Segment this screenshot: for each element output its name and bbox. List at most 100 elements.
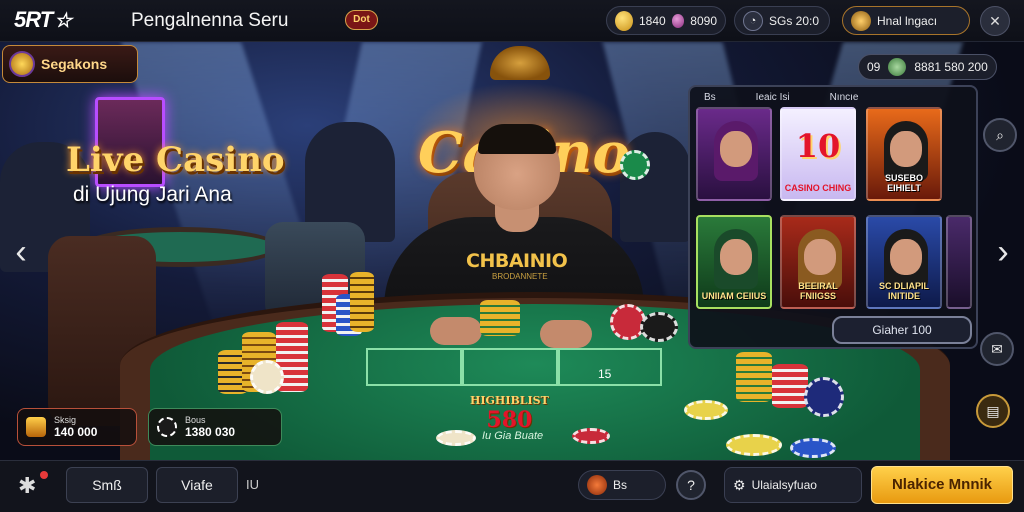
top-bar: 5RT ☆ Pengalnenna Seru Dot 1840 8090 ◔ SG… bbox=[0, 0, 1024, 42]
star-icon: ☆ bbox=[54, 10, 72, 32]
jackpot-code: 09 bbox=[867, 60, 881, 74]
crown-icon bbox=[490, 46, 550, 80]
bet-area[interactable] bbox=[462, 348, 558, 386]
next-arrow-button[interactable]: › bbox=[988, 232, 1018, 272]
play-now-button[interactable]: Nlakice Mnnik bbox=[871, 466, 1013, 504]
tile-face bbox=[720, 131, 752, 167]
clock-icon: ◔ bbox=[743, 10, 763, 31]
timer-pill[interactable]: ◔ SGs 20:0 bbox=[734, 6, 830, 35]
chip bbox=[804, 377, 844, 417]
panel-header-col: Ieaic Isi bbox=[755, 92, 790, 103]
bet-area[interactable] bbox=[366, 348, 462, 386]
chevron-right-icon: › bbox=[997, 233, 1009, 271]
lobby-button[interactable]: ⚙ Ulaialsyfuao bbox=[724, 467, 862, 503]
panel-action-button[interactable]: Giaher 100 bbox=[832, 316, 972, 344]
panel-header-col: Bs bbox=[704, 92, 716, 103]
bottom-suffix: IU bbox=[246, 477, 259, 492]
chip bbox=[572, 428, 610, 444]
robot-icon: ⚙ bbox=[733, 476, 746, 493]
game-tile[interactable] bbox=[696, 107, 772, 201]
avatar-icon bbox=[851, 10, 871, 31]
coin-balance: 1840 bbox=[639, 13, 666, 28]
notification-dot bbox=[40, 471, 48, 479]
tile-face bbox=[804, 239, 836, 275]
tile-label: SUSEBO EIHIELT bbox=[884, 173, 923, 193]
tile-label: UNIIAM CEIIUS bbox=[701, 291, 767, 301]
jackpot-pill[interactable]: 09 8881 580 200 bbox=[858, 54, 997, 80]
gem-balance: 8090 bbox=[690, 13, 717, 28]
chip-stack bbox=[350, 272, 374, 332]
stat-card[interactable]: Sksig 140 000 bbox=[17, 408, 137, 446]
game-tile[interactable] bbox=[946, 215, 972, 309]
coin-label: Bs bbox=[613, 478, 628, 492]
tile-face bbox=[890, 239, 922, 275]
help-icon: ? bbox=[687, 477, 695, 493]
wallet-button[interactable]: ▤ bbox=[976, 394, 1010, 428]
chip-icon bbox=[157, 417, 177, 437]
table-logo: HIGHIBLIST 580 bbox=[470, 394, 549, 433]
tile-label: BEEIRAL FNIIGSS bbox=[798, 281, 838, 301]
prev-arrow-button[interactable]: ‹ bbox=[6, 232, 36, 272]
tile-label: CASINO CHING bbox=[784, 183, 852, 193]
close-button[interactable]: ✕ bbox=[980, 6, 1010, 36]
chip bbox=[640, 312, 678, 342]
coin-button[interactable]: Bs bbox=[578, 470, 666, 500]
background-person bbox=[620, 132, 690, 242]
coin-icon bbox=[615, 10, 633, 31]
promo-badge-label: Segakons bbox=[41, 56, 108, 72]
hot-badge: Dot bbox=[345, 10, 378, 30]
game-tile[interactable]: 10 CASINO CHING bbox=[780, 107, 856, 201]
chip bbox=[684, 400, 728, 420]
games-panel: Bs Ieaic Isi Nıncıe 10 CASINO CHING SUSE… bbox=[688, 85, 978, 349]
timer-text: SGs 20:0 bbox=[769, 13, 820, 28]
gift-icon bbox=[26, 417, 46, 437]
stat-label: Sksig bbox=[54, 415, 77, 425]
dealer-shirt-text: CHBAINIO bbox=[466, 250, 568, 272]
user-pill[interactable]: Hnal lngacı bbox=[842, 6, 970, 35]
user-label: Hnal lngacı bbox=[877, 13, 938, 28]
bottom-button-2[interactable]: Viafe bbox=[156, 467, 238, 503]
flying-chip bbox=[620, 150, 650, 180]
tile-number: 10 bbox=[795, 127, 841, 165]
table-label: Iu Gia Buate bbox=[482, 430, 544, 442]
game-tile[interactable]: SC DLIAPIL INITIDE bbox=[866, 215, 942, 309]
chip bbox=[726, 434, 782, 456]
help-button[interactable]: ? bbox=[676, 470, 706, 500]
dealer-hand bbox=[540, 320, 592, 348]
app-logo[interactable]: 5RT ☆ bbox=[14, 7, 72, 33]
mail-button[interactable]: ✉ bbox=[980, 332, 1014, 366]
settings-button[interactable]: ✱ bbox=[18, 471, 48, 499]
search-button[interactable]: ⌕ bbox=[983, 118, 1017, 152]
search-icon: ⌕ bbox=[996, 127, 1004, 143]
page-title: Pengalnenna Seru bbox=[131, 10, 289, 31]
panel-header-col: Nıncıe bbox=[829, 92, 859, 103]
stat-value: 1380 030 bbox=[185, 425, 236, 439]
close-icon: ✕ bbox=[989, 13, 1001, 29]
chip-stack bbox=[772, 364, 808, 408]
promo-badge[interactable]: Segakons bbox=[2, 45, 138, 83]
chevron-left-icon: ‹ bbox=[15, 233, 27, 271]
lobby-label: Ulaialsyfuao bbox=[751, 478, 817, 492]
chip bbox=[436, 430, 476, 446]
badge-icon bbox=[9, 51, 35, 77]
tile-label: SC DLIAPIL INITIDE bbox=[878, 281, 929, 301]
jackpot-icon bbox=[888, 58, 907, 76]
dealer-hand bbox=[430, 317, 482, 345]
dealer-hair bbox=[478, 124, 556, 154]
stat-card[interactable]: Bous 1380 030 bbox=[148, 408, 282, 446]
panel-header: Bs Ieaic Isi Nıncıe bbox=[704, 92, 966, 106]
tile-face bbox=[720, 239, 752, 275]
game-tile[interactable]: SUSEBO EIHIELT bbox=[866, 107, 942, 201]
jackpot-value: 8881 580 200 bbox=[914, 60, 988, 74]
dealer-shirt-sub: BRODANNETE bbox=[492, 272, 548, 281]
game-tile[interactable]: UNIIAM CEIIUS bbox=[696, 215, 772, 309]
puzzle-icon: ✱ bbox=[18, 473, 37, 498]
bet-number: 15 bbox=[598, 367, 612, 381]
stat-value: 140 000 bbox=[54, 425, 98, 439]
bottom-button-1[interactable]: Smß bbox=[66, 467, 148, 503]
coin-icon bbox=[587, 475, 607, 495]
balance-pill[interactable]: 1840 8090 bbox=[606, 6, 726, 35]
chip-stack bbox=[736, 352, 772, 402]
game-tile[interactable]: BEEIRAL FNIIGSS bbox=[780, 215, 856, 309]
chip-stack bbox=[480, 300, 520, 336]
